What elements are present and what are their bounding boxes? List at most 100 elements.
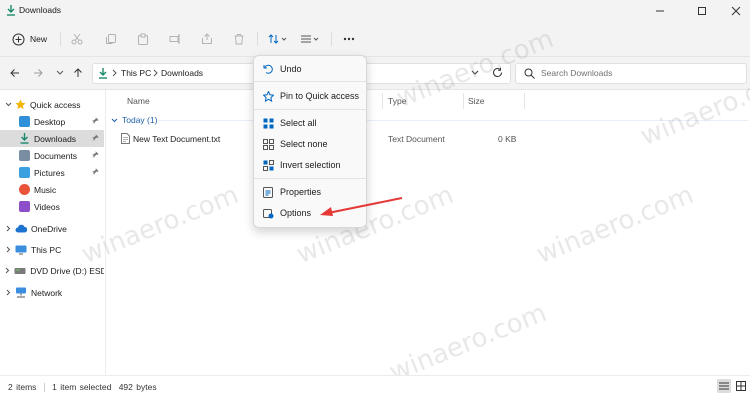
sort-icon[interactable] <box>267 31 289 47</box>
menu-divider <box>254 178 366 179</box>
column-header-size[interactable]: Size <box>468 96 485 106</box>
toolbar-divider <box>257 32 258 46</box>
recent-locations-icon[interactable] <box>53 66 67 80</box>
forward-icon[interactable] <box>31 66 45 80</box>
downloads-icon <box>19 133 30 144</box>
pin-icon <box>92 117 99 125</box>
downloads-icon <box>98 68 108 79</box>
cut-icon[interactable] <box>69 31 85 47</box>
nav-item-music[interactable]: Music <box>0 181 104 198</box>
breadcrumb-downloads[interactable]: Downloads <box>161 68 203 78</box>
annotation-arrow <box>318 196 404 218</box>
details-view-icon[interactable] <box>717 379 731 393</box>
navigation-pane: Quick access Desktop Downloads Documents… <box>0 90 106 375</box>
nav-item-onedrive[interactable]: OneDrive <box>0 220 104 237</box>
chevron-right-icon[interactable] <box>4 289 12 296</box>
properties-icon <box>262 186 274 198</box>
table-row[interactable]: New Text Document.txt Text Document 0 KB <box>106 130 750 147</box>
music-icon <box>19 184 30 195</box>
toolbar-divider <box>331 32 332 46</box>
maximize-button[interactable] <box>684 0 720 22</box>
menu-item-select-all[interactable]: Select all <box>258 114 362 132</box>
menu-divider <box>254 109 366 110</box>
star-icon <box>15 99 26 110</box>
menu-item-invert-selection[interactable]: Invert selection <box>258 156 362 174</box>
group-header[interactable]: Today (1) <box>111 115 157 125</box>
menu-item-pin-to-quick-access[interactable]: Pin to Quick access <box>258 87 362 105</box>
new-button[interactable]: New <box>12 30 47 48</box>
up-icon[interactable] <box>71 66 85 80</box>
file-size: 0 KB <box>498 134 517 144</box>
status-size: 492 bytes <box>118 382 157 392</box>
invert-selection-icon <box>262 159 274 171</box>
breadcrumb-this-pc[interactable]: This PC <box>121 68 151 78</box>
refresh-icon[interactable] <box>492 67 503 78</box>
chevron-down-icon[interactable] <box>471 70 479 76</box>
more-icon[interactable] <box>341 31 357 47</box>
select-all-icon <box>262 117 274 129</box>
select-none-icon <box>262 138 274 150</box>
minimize-button[interactable] <box>642 0 678 22</box>
status-selection: 1 item selected <box>52 382 112 392</box>
pin-icon <box>92 134 99 142</box>
command-bar: New <box>0 22 750 57</box>
menu-divider <box>254 81 366 82</box>
share-icon[interactable] <box>199 31 215 47</box>
view-icon[interactable] <box>299 31 321 47</box>
group-divider <box>158 120 748 121</box>
copy-icon[interactable] <box>103 31 119 47</box>
computer-icon <box>15 245 27 255</box>
back-icon[interactable] <box>8 66 22 80</box>
status-item-count: 2 items <box>8 382 37 392</box>
chevron-right-icon <box>112 69 117 77</box>
title-bar: Downloads <box>0 0 750 22</box>
cloud-icon <box>15 224 27 233</box>
nav-item-documents[interactable]: Documents <box>0 147 104 164</box>
nav-item-desktop[interactable]: Desktop <box>0 113 104 130</box>
status-bar: 2 items 1 item selected 492 bytes <box>0 375 750 396</box>
column-divider[interactable] <box>382 93 383 109</box>
pin-icon <box>92 168 99 176</box>
chevron-right-icon <box>153 69 158 77</box>
pin-icon <box>92 151 99 159</box>
rename-icon[interactable] <box>167 31 183 47</box>
new-button-label: New <box>30 34 48 44</box>
chevron-right-icon[interactable] <box>4 246 12 253</box>
status-text: 2 items 1 item selected 492 bytes <box>8 382 157 393</box>
column-divider[interactable] <box>524 93 525 109</box>
star-icon <box>262 90 274 102</box>
close-button[interactable] <box>718 0 750 22</box>
nav-item-dvd-drive[interactable]: DVD Drive (D:) ESD-I <box>0 262 104 279</box>
nav-item-pictures[interactable]: Pictures <box>0 164 104 181</box>
text-file-icon <box>121 133 130 144</box>
pictures-icon <box>19 167 30 178</box>
menu-item-undo[interactable]: Undo <box>258 60 362 78</box>
search-placeholder: Search Downloads <box>541 68 613 78</box>
nav-item-this-pc[interactable]: This PC <box>0 241 104 258</box>
chevron-right-icon[interactable] <box>4 225 12 232</box>
dvd-icon <box>14 266 26 275</box>
delete-icon[interactable] <box>231 31 247 47</box>
options-icon <box>262 207 274 219</box>
nav-item-quick-access[interactable]: Quick access <box>0 96 104 113</box>
plus-icon <box>12 33 25 46</box>
chevron-right-icon[interactable] <box>4 267 11 274</box>
search-input[interactable]: Search Downloads <box>515 63 747 84</box>
downloads-icon <box>6 5 16 16</box>
videos-icon <box>19 201 30 212</box>
column-header-type[interactable]: Type <box>388 96 406 106</box>
nav-item-downloads[interactable]: Downloads <box>0 130 104 147</box>
desktop-icon <box>19 116 30 127</box>
tiles-view-icon[interactable] <box>734 379 748 393</box>
menu-item-select-none[interactable]: Select none <box>258 135 362 153</box>
explorer-window: Downloads New This PC Downloads Search D… <box>0 0 750 396</box>
network-icon <box>15 287 27 298</box>
paste-icon[interactable] <box>135 31 151 47</box>
nav-item-network[interactable]: Network <box>0 284 104 301</box>
nav-item-videos[interactable]: Videos <box>0 198 104 215</box>
file-type: Text Document <box>388 134 445 144</box>
column-header-name[interactable]: Name <box>127 96 150 106</box>
file-list: Name Type Size Today (1) New Text Docume… <box>106 90 750 375</box>
chevron-down-icon[interactable] <box>4 102 12 107</box>
column-divider[interactable] <box>463 93 464 109</box>
